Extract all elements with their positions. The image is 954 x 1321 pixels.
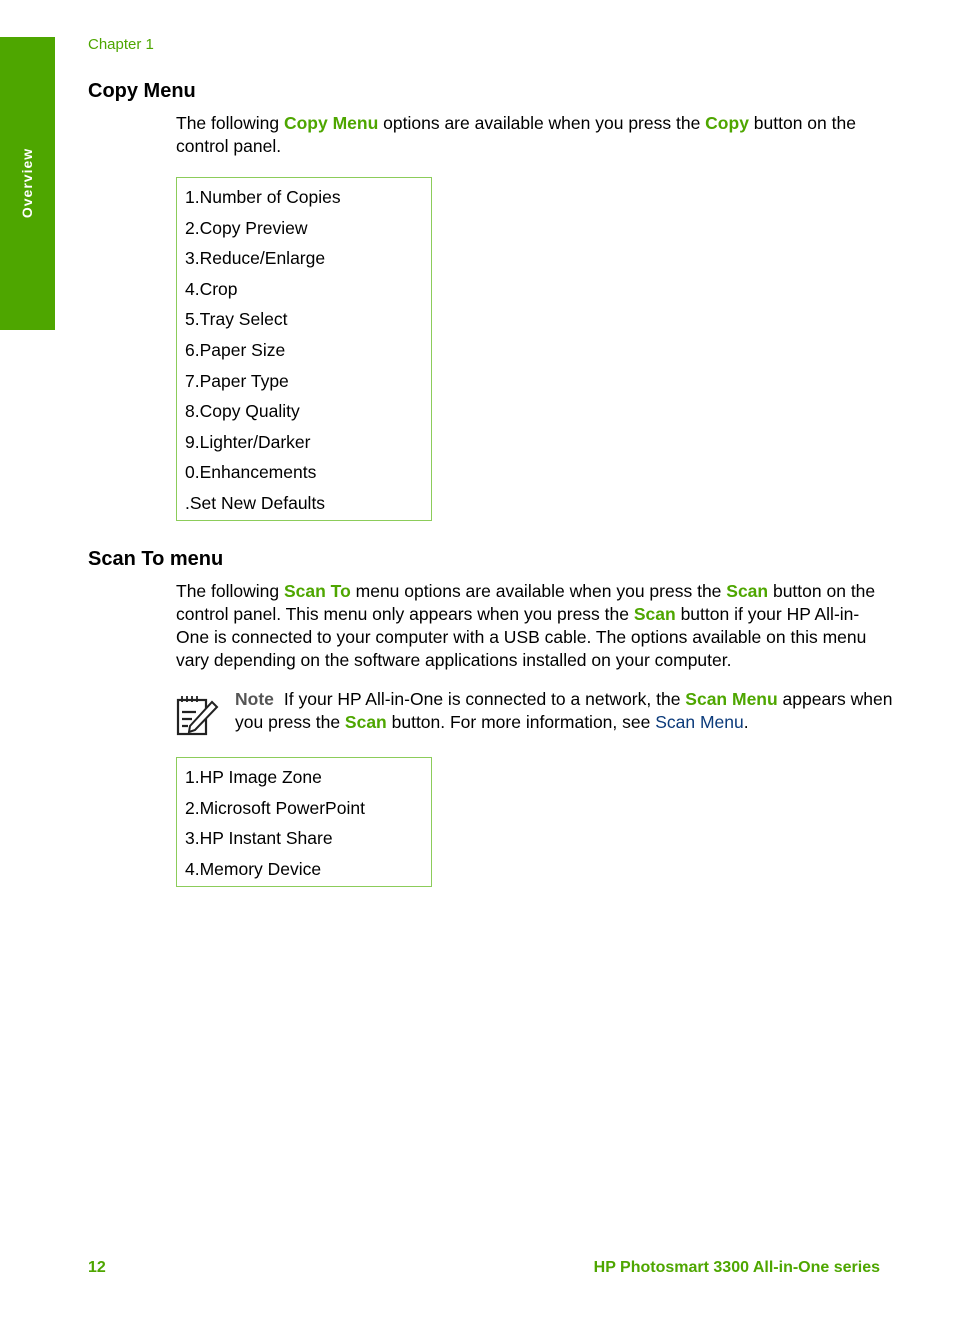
- note-text: Note If your HP All-in-One is connected t…: [235, 688, 895, 734]
- scan-to-menu-heading: Scan To menu: [88, 548, 224, 570]
- menu-item: 3.Reduce/Enlarge: [185, 248, 326, 269]
- text: button. For more information, see: [386, 712, 656, 732]
- copy-menu-list: 1.Number of Copies 2.Copy Preview 3.Redu…: [176, 177, 432, 521]
- note-pencil-icon: [176, 696, 219, 736]
- text: menu options are available when you pres…: [350, 581, 727, 601]
- text: .: [743, 712, 749, 732]
- copy-menu-intro: The following Copy Menu options are avai…: [176, 112, 876, 158]
- menu-item: 3.HP Instant Share: [185, 828, 333, 849]
- menu-item: 2.Copy Preview: [185, 217, 308, 238]
- text: The following: [176, 581, 284, 601]
- footer-title: HP Photosmart 3300 All-in-One series: [593, 1259, 880, 1276]
- highlight-scan: Scan: [726, 581, 769, 601]
- menu-item: 1.HP Image Zone: [185, 767, 322, 787]
- menu-item: 7.Paper Type: [185, 370, 289, 391]
- scan-to-menu-intro: The following Scan To menu options are a…: [176, 580, 876, 672]
- menu-item: 6.Paper Size: [185, 339, 286, 360]
- highlight-copy-menu: Copy Menu: [283, 113, 379, 133]
- highlight-copy: Copy: [705, 113, 749, 133]
- highlight-scan-menu: Scan Menu: [685, 689, 778, 709]
- menu-item: 2.Microsoft PowerPoint: [185, 797, 365, 818]
- scan-to-menu-list: 1.HP Image Zone 2.Microsoft PowerPoint 3…: [176, 757, 432, 887]
- highlight-scan-to: Scan To: [283, 581, 351, 601]
- text: options are available when you press the: [378, 113, 706, 133]
- menu-item: 8.Copy Quality: [185, 401, 300, 422]
- menu-item: 4.Crop: [185, 278, 238, 299]
- menu-item: 0.Enhancements: [185, 462, 317, 483]
- text: If your HP All-in-One is connected to a …: [283, 689, 686, 709]
- menu-item: 5.Tray Select: [185, 309, 288, 330]
- menu-item: 9.Lighter/Darker: [185, 431, 311, 452]
- text: The following: [176, 113, 284, 133]
- note-label: Note: [235, 689, 274, 709]
- highlight-scan: Scan: [633, 604, 676, 624]
- menu-item: 1.Number of Copies: [185, 187, 341, 207]
- page-number: 12: [88, 1259, 106, 1276]
- copy-menu-heading: Copy Menu: [88, 80, 196, 102]
- menu-item: 4.Memory Device: [185, 858, 322, 879]
- menu-item: .Set New Defaults: [185, 492, 326, 513]
- scan-menu-link[interactable]: Scan Menu: [655, 712, 744, 732]
- side-tab-label: Overview: [19, 147, 35, 219]
- chapter-label: Chapter 1: [88, 36, 154, 53]
- highlight-scan: Scan: [344, 712, 387, 732]
